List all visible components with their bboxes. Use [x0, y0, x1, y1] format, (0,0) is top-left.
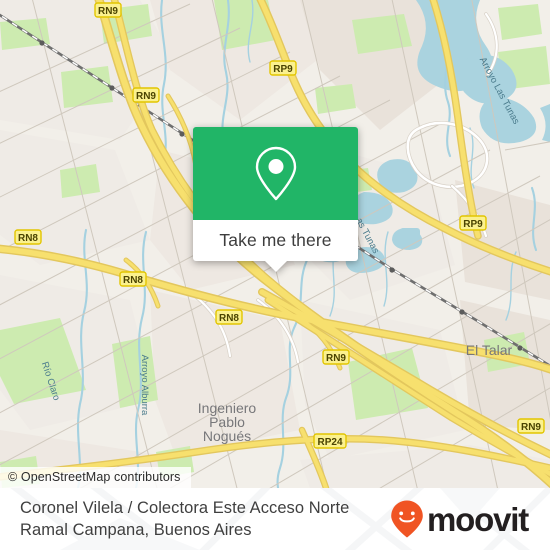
popup-header: [193, 127, 358, 220]
moovit-station-page: .pk { fill:#cdebb0; } .wt { fill:#aad3df…: [0, 0, 550, 550]
location-pin-icon: [255, 146, 296, 200]
popup-tail-pointer: [264, 261, 287, 272]
route-shield: RP9: [269, 60, 297, 76]
route-shield-label: RN9: [98, 6, 118, 17]
route-shield-label: RN8: [219, 313, 239, 324]
route-shield-label: RN8: [123, 275, 143, 286]
route-shield: RN8: [14, 229, 42, 245]
route-shield-label: RN8: [18, 233, 38, 244]
route-shield: RP24: [313, 433, 347, 449]
moovit-logo[interactable]: moovit: [389, 499, 529, 539]
osm-attribution[interactable]: © OpenStreetMap contributors: [0, 467, 191, 488]
route-shield: RN8: [215, 309, 243, 325]
route-shield-label: RP24: [317, 437, 342, 448]
water-label: Arroyo Alburra: [139, 355, 150, 416]
footer-content: Coronel Vilela / Colectora Este Acceso N…: [0, 488, 550, 550]
place-title: Coronel Vilela / Colectora Este Acceso N…: [20, 499, 350, 539]
moovit-wordmark: moovit: [427, 500, 529, 538]
route-shield-label: RN9: [326, 353, 346, 364]
place-label: El Talar: [466, 342, 513, 358]
popup-footer[interactable]: Take me there: [193, 220, 358, 272]
route-shield: RN9: [517, 418, 545, 434]
moovit-pin-icon: [391, 500, 423, 538]
route-shield-label: RP9: [273, 64, 293, 75]
route-shield-label: RN9: [521, 422, 541, 433]
page-footer: Coronel Vilela / Colectora Este Acceso N…: [0, 488, 550, 550]
route-shield: RN9: [132, 87, 160, 103]
route-shield: RN8: [119, 271, 147, 287]
route-shield-label: RN9: [136, 91, 156, 102]
route-shield: RN9: [94, 2, 122, 18]
take-me-there-label: Take me there: [219, 230, 332, 250]
take-me-there-popup[interactable]: Take me there: [193, 127, 358, 272]
route-shield-label: RP9: [463, 219, 483, 230]
route-shield: RP9: [459, 215, 487, 231]
place-label: Nogués: [203, 428, 251, 444]
route-shield: RN9: [322, 349, 350, 365]
